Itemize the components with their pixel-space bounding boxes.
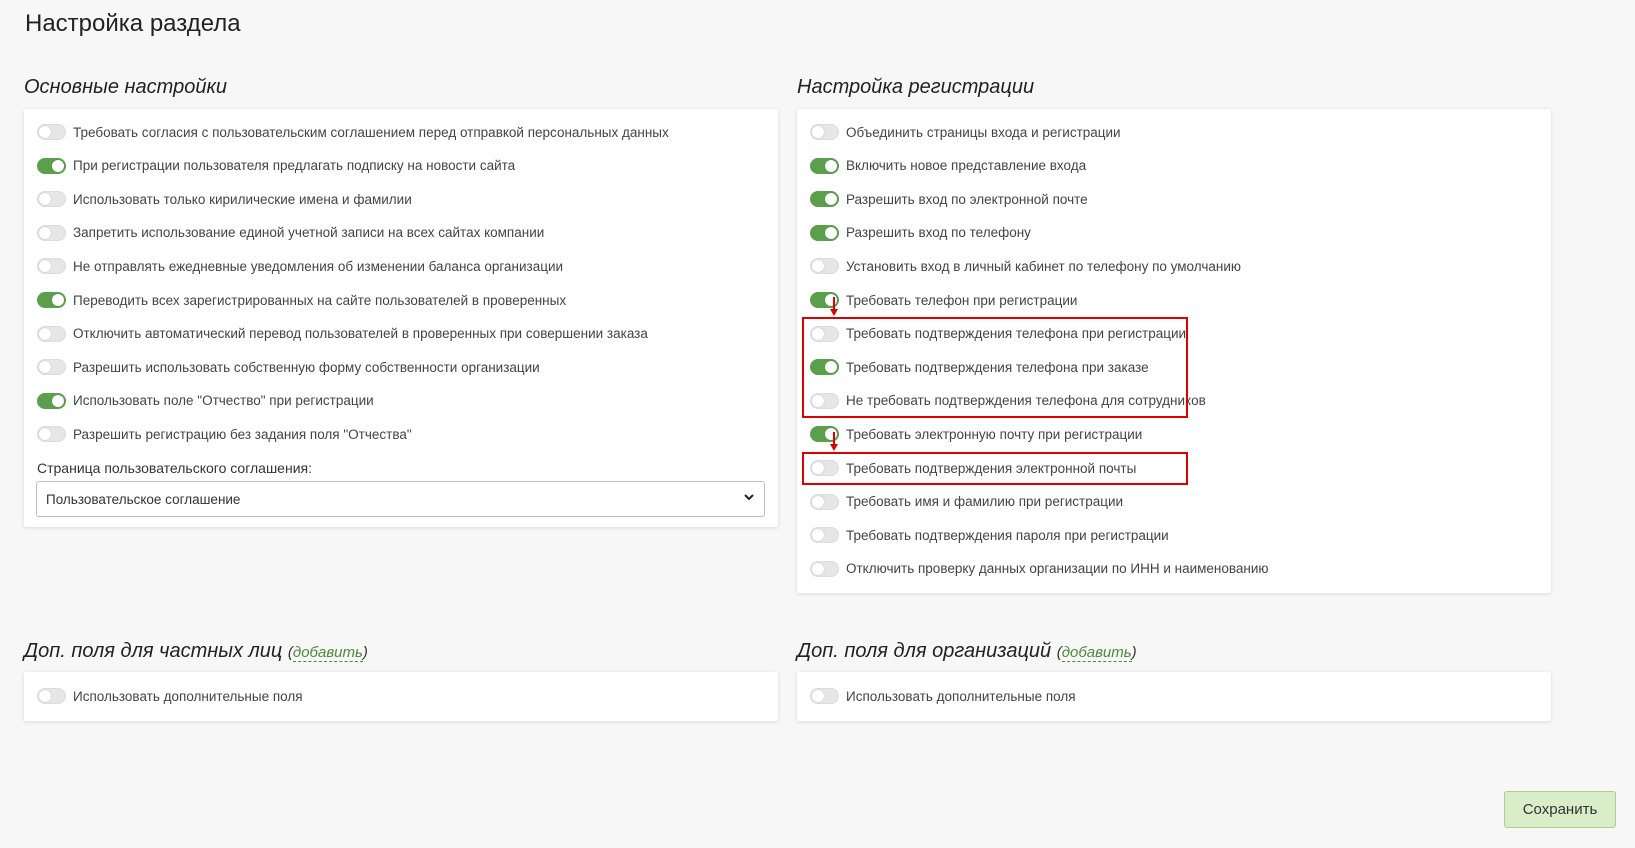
private-fields-card: Использовать дополнительные поля: [24, 672, 778, 721]
toggle-switch[interactable]: [37, 224, 66, 241]
toggle-label: Разрешить использовать собственную форму…: [73, 359, 540, 375]
agreement-page-value: Пользовательское соглашение: [46, 491, 241, 507]
save-button[interactable]: Сохранить: [1504, 791, 1616, 828]
toggle-row[interactable]: Требовать подтверждения пароля при регис…: [810, 524, 1169, 546]
toggle-switch[interactable]: [810, 191, 839, 208]
toggle-row[interactable]: Требовать согласия с пользовательским со…: [37, 121, 669, 143]
toggle-row[interactable]: Требовать имя и фамилию при регистрации: [810, 491, 1123, 513]
toggle-label: Отключить проверку данных организации по…: [846, 561, 1269, 577]
org-fields-card: Использовать дополнительные поля: [797, 672, 1551, 721]
agreement-page-label: Страница пользовательского соглашения:: [37, 460, 312, 476]
toggle-switch[interactable]: [810, 688, 839, 704]
toggle-label: Разрешить вход по телефону: [846, 225, 1031, 241]
toggle-label: Разрешить вход по электронной почте: [846, 191, 1088, 207]
private-fields-title: Доп. поля для частных лиц (добавить): [24, 640, 368, 662]
toggle-switch[interactable]: [37, 426, 66, 443]
toggle-label: Переводить всех зарегистрированных на са…: [73, 292, 567, 308]
toggle-row[interactable]: Отключить автоматический перевод пользов…: [37, 323, 648, 345]
toggle-row[interactable]: Отключить проверку данных организации по…: [810, 558, 1269, 580]
toggle-switch[interactable]: [37, 157, 66, 174]
toggle-switch[interactable]: [37, 258, 66, 275]
private-fields-add-link[interactable]: добавить: [292, 644, 363, 662]
toggle-label: Объединить страницы входа и регистрации: [846, 124, 1121, 140]
toggle-switch[interactable]: [37, 688, 66, 704]
highlight-box-email: [802, 452, 1188, 485]
toggle-row[interactable]: Разрешить вход по телефону: [810, 222, 1031, 244]
toggle-label: Требовать подтверждения пароля при регис…: [846, 527, 1169, 543]
toggle-switch[interactable]: [810, 124, 839, 140]
org-fields-title: Доп. поля для организаций (добавить): [797, 640, 1137, 662]
toggle-row[interactable]: Запретить использование единой учетной з…: [37, 222, 544, 244]
toggle-row[interactable]: Использовать поле "Отчество" при регистр…: [37, 390, 374, 412]
toggle-row[interactable]: Требовать телефон при регистрации: [810, 289, 1077, 311]
toggle-row[interactable]: При регистрации пользователя предлагать …: [37, 155, 515, 177]
toggle-label: Использовать только кирилические имена и…: [73, 191, 412, 207]
toggle-switch[interactable]: [37, 325, 66, 342]
toggle-row[interactable]: Разрешить вход по электронной почте: [810, 188, 1088, 210]
org-fields-toggle-row[interactable]: Использовать дополнительные поля: [810, 685, 1076, 707]
toggle-label: Установить вход в личный кабинет по теле…: [846, 258, 1241, 274]
arrow-icon: [830, 432, 838, 451]
toggle-label: Использовать дополнительные поля: [73, 688, 303, 704]
toggle-row[interactable]: Объединить страницы входа и регистрации: [810, 121, 1121, 143]
toggle-label: При регистрации пользователя предлагать …: [73, 158, 516, 174]
toggle-switch[interactable]: [37, 124, 66, 140]
toggle-switch[interactable]: [810, 258, 839, 275]
page-title: Настройка раздела: [25, 10, 241, 37]
private-fields-toggle-row[interactable]: Использовать дополнительные поля: [37, 685, 303, 707]
toggle-label: Отключить автоматический перевод пользов…: [73, 326, 648, 342]
toggle-row[interactable]: Включить новое представление входа: [810, 155, 1086, 177]
org-fields-add-link[interactable]: добавить: [1061, 644, 1132, 662]
toggle-label: Запретить использование единой учетной з…: [73, 225, 545, 241]
chevron-down-icon: [744, 494, 754, 501]
toggle-label: Требовать телефон при регистрации: [846, 292, 1078, 308]
main-settings-card: Требовать согласия с пользовательским со…: [24, 109, 778, 527]
main-settings-title: Основные настройки: [24, 76, 228, 98]
toggle-row[interactable]: Разрешить регистрацию без задания поля "…: [37, 423, 412, 445]
private-fields-title-text: Доп. поля для частных лиц: [24, 640, 283, 662]
org-fields-title-text: Доп. поля для организаций: [797, 640, 1052, 662]
toggle-label: Требовать согласия с пользовательским со…: [73, 124, 669, 140]
toggle-switch[interactable]: [37, 392, 66, 409]
toggle-switch[interactable]: [810, 527, 839, 544]
toggle-row[interactable]: Требовать электронную почту при регистра…: [810, 423, 1142, 445]
toggle-row[interactable]: Использовать только кирилические имена и…: [37, 188, 412, 210]
arrow-icon: [830, 297, 838, 316]
agreement-page-select[interactable]: Пользовательское соглашение: [36, 481, 765, 517]
toggle-row[interactable]: Переводить всех зарегистрированных на са…: [37, 289, 566, 311]
toggle-row[interactable]: Установить вход в личный кабинет по теле…: [810, 255, 1241, 277]
toggle-label: Требовать имя и фамилию при регистрации: [846, 494, 1124, 510]
toggle-label: Не отправлять ежедневные уведомления об …: [73, 258, 564, 274]
toggle-label: Включить новое представление входа: [846, 158, 1087, 174]
toggle-row[interactable]: Не отправлять ежедневные уведомления об …: [37, 255, 563, 277]
toggle-label: Использовать поле "Отчество" при регистр…: [73, 393, 374, 409]
toggle-switch[interactable]: [810, 157, 839, 174]
toggle-switch[interactable]: [37, 292, 66, 308]
toggle-switch[interactable]: [37, 191, 66, 208]
toggle-label: Требовать электронную почту при регистра…: [846, 426, 1143, 442]
toggle-switch[interactable]: [810, 224, 839, 241]
toggle-row[interactable]: Разрешить использовать собственную форму…: [37, 356, 540, 378]
toggle-label: Разрешить регистрацию без задания поля "…: [73, 426, 412, 442]
highlight-box-phone: [802, 317, 1188, 418]
toggle-switch[interactable]: [810, 560, 839, 577]
toggle-label: Использовать дополнительные поля: [846, 688, 1076, 704]
toggle-switch[interactable]: [810, 493, 839, 510]
registration-settings-title: Настройка регистрации: [797, 76, 1035, 98]
toggle-switch[interactable]: [37, 359, 66, 376]
